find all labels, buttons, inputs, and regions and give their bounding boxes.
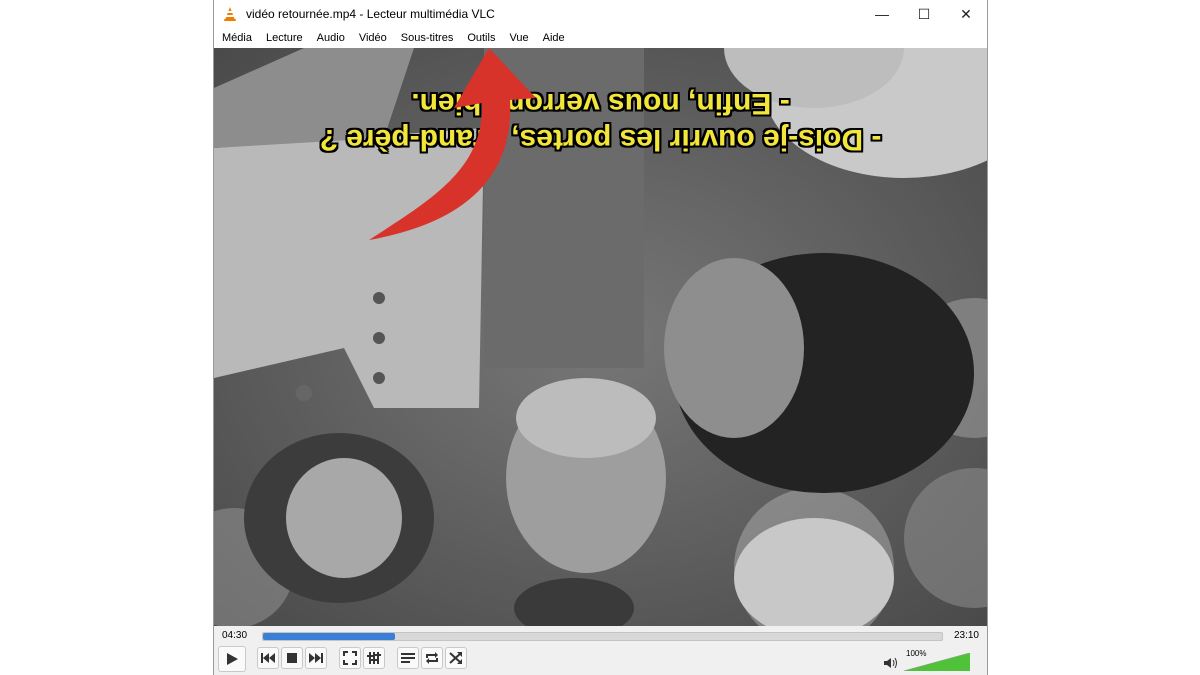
playlist-button[interactable]: [397, 647, 419, 669]
shuffle-icon: [449, 652, 462, 664]
extended-settings-icon: [367, 652, 381, 664]
maximize-icon: ☐: [917, 5, 931, 22]
vlc-cone-icon: [224, 7, 236, 21]
seek-bar[interactable]: [262, 632, 943, 641]
control-bar: 04:30 23:10 100%: [214, 626, 987, 675]
menu-aide[interactable]: Aide: [536, 32, 572, 44]
red-arrow-annotation: [369, 48, 536, 240]
minimize-button[interactable]: —: [861, 0, 903, 28]
window-title: vidéo retournée.mp4 - Lecteur multimédia…: [246, 7, 495, 21]
minimize-icon: —: [875, 6, 889, 22]
next-button[interactable]: [305, 647, 327, 669]
seek-progress: [263, 633, 396, 640]
menu-media[interactable]: Média: [214, 32, 259, 44]
previous-icon: [261, 653, 275, 663]
menu-audio[interactable]: Audio: [310, 32, 352, 44]
shuffle-button[interactable]: [445, 647, 467, 669]
total-time: 23:10: [953, 630, 979, 641]
previous-button[interactable]: [257, 647, 279, 669]
menu-lecture[interactable]: Lecture: [259, 32, 310, 44]
close-button[interactable]: ✕: [945, 0, 987, 28]
play-icon: [227, 653, 238, 665]
next-icon: [309, 653, 323, 663]
menu-video[interactable]: Vidéo: [352, 32, 394, 44]
stop-icon: [287, 653, 297, 663]
stop-button[interactable]: [281, 647, 303, 669]
volume-slider[interactable]: [904, 653, 970, 671]
maximize-button[interactable]: ☐: [903, 0, 945, 28]
menu-outils[interactable]: Outils: [460, 32, 502, 44]
vlc-window: vidéo retournée.mp4 - Lecteur multimédia…: [213, 0, 988, 675]
volume-icon[interactable]: [884, 657, 898, 669]
fullscreen-button[interactable]: [339, 647, 361, 669]
loop-button[interactable]: [421, 647, 443, 669]
menu-bar: Média Lecture Audio Vidéo Sous-titres Ou…: [214, 28, 987, 48]
extended-settings-button[interactable]: [363, 647, 385, 669]
current-time: 04:30: [222, 630, 248, 641]
playlist-icon: [401, 653, 415, 663]
video-area[interactable]: - Enfin, nous verrons bien. - Dois-je ou…: [214, 48, 987, 626]
loop-icon: [426, 652, 438, 664]
title-bar[interactable]: vidéo retournée.mp4 - Lecteur multimédia…: [214, 0, 987, 28]
play-button[interactable]: [218, 646, 246, 672]
close-icon: ✕: [960, 5, 972, 22]
menu-sous-titres[interactable]: Sous-titres: [394, 32, 461, 44]
fullscreen-icon: [343, 651, 357, 665]
menu-vue[interactable]: Vue: [502, 32, 535, 44]
